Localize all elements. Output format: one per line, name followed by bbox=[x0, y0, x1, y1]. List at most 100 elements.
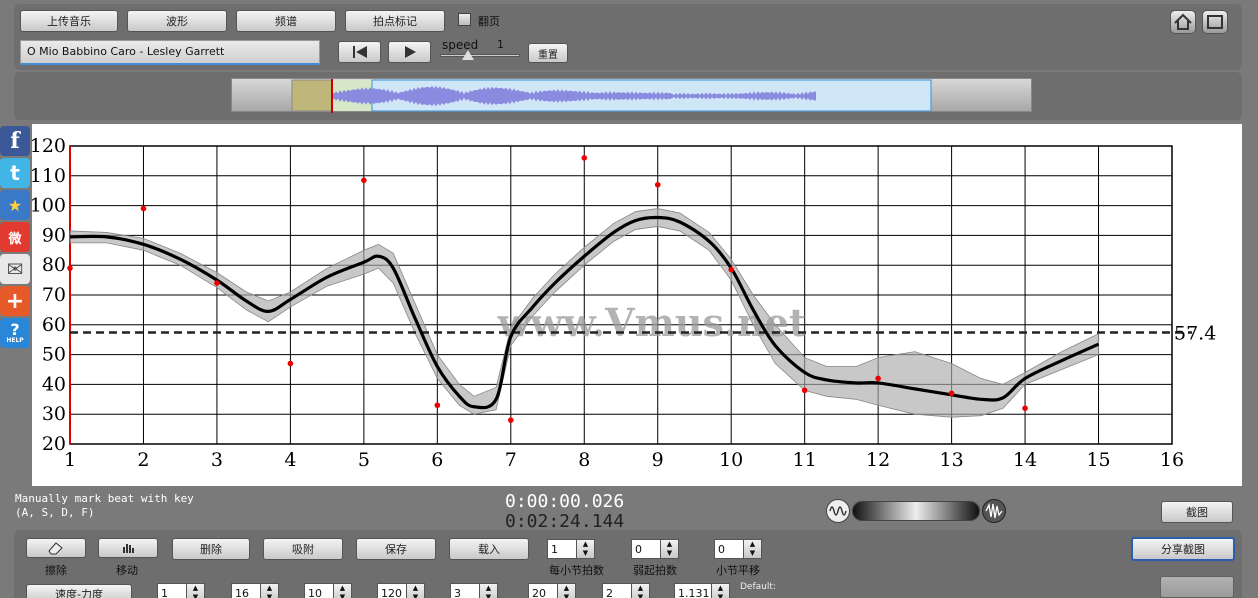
y-tick-label: 40 bbox=[42, 373, 66, 395]
pickup-value[interactable]: 0 bbox=[631, 539, 661, 559]
param-value-2[interactable]: 16 bbox=[231, 583, 261, 598]
param-arrows-3[interactable]: ▲ ▼ bbox=[334, 583, 352, 598]
volume-slider[interactable] bbox=[852, 501, 980, 521]
erase-button[interactable] bbox=[26, 538, 86, 558]
help-icon-text: HELP bbox=[6, 337, 24, 344]
bar-shift-value[interactable]: 0 bbox=[714, 539, 744, 559]
param-stepper-1[interactable]: 1 ▲ ▼ bbox=[157, 583, 205, 598]
param-stepper-5[interactable]: 3 ▲ ▼ bbox=[450, 583, 498, 598]
param-stepper-8[interactable]: 1.131 ▲ ▼ bbox=[674, 583, 730, 598]
param-value-7[interactable]: 2 bbox=[602, 583, 632, 598]
y-tick-label: 30 bbox=[42, 403, 66, 425]
x-tick-label: 15 bbox=[1086, 449, 1110, 471]
y-tick-label: 120 bbox=[32, 135, 66, 157]
speed-slider-handle[interactable] bbox=[462, 50, 474, 60]
param-value-5[interactable]: 3 bbox=[450, 583, 480, 598]
star-icon[interactable]: ★ bbox=[0, 190, 30, 220]
x-tick-label: 14 bbox=[1013, 449, 1037, 471]
tempo-dynamics-button[interactable]: 速度-力度 bbox=[26, 584, 132, 598]
extra-button[interactable] bbox=[1160, 576, 1234, 598]
page-flip-checkbox[interactable] bbox=[458, 13, 471, 26]
beats-per-bar-stepper[interactable]: 1 ▲ ▼ bbox=[547, 539, 595, 559]
play-button[interactable] bbox=[388, 41, 431, 63]
param-value-1[interactable]: 1 bbox=[157, 583, 187, 598]
beat-point bbox=[1022, 405, 1028, 412]
param-arrows-8[interactable]: ▲ ▼ bbox=[712, 583, 730, 598]
erase-label: 擦除 bbox=[45, 564, 67, 577]
skip-back-icon bbox=[352, 46, 367, 58]
twitter-icon[interactable]: t bbox=[0, 158, 30, 188]
x-tick-label: 9 bbox=[652, 449, 664, 471]
x-tick-label: 12 bbox=[866, 449, 890, 471]
x-tick-label: 8 bbox=[578, 449, 590, 471]
home-icon[interactable] bbox=[1170, 10, 1196, 34]
bar-shift-stepper[interactable]: 0 ▲ ▼ bbox=[714, 539, 762, 559]
song-title-field[interactable]: O Mio Babbino Caro - Lesley Garrett bbox=[20, 40, 320, 65]
tempo-chart[interactable]: www.Vmus.net 57.41 2 3 4 5 6 7 8 9 10 11 12 13 14 15 162… bbox=[30, 124, 1242, 486]
param-arrows-2[interactable]: ▲ ▼ bbox=[261, 583, 279, 598]
param-stepper-6[interactable]: 20 ▲ ▼ bbox=[528, 583, 576, 598]
waveform-button[interactable]: 波形 bbox=[127, 10, 227, 32]
beat-point bbox=[654, 181, 661, 188]
beat-point bbox=[581, 155, 588, 161]
share-screenshot-button[interactable]: 分享截图 bbox=[1131, 537, 1235, 561]
screenshot-button[interactable]: 截图 bbox=[1161, 501, 1233, 523]
save-button[interactable]: 保存 bbox=[356, 538, 436, 560]
beats-per-bar-value[interactable]: 1 bbox=[547, 539, 577, 559]
y-tick-label: 100 bbox=[32, 195, 66, 217]
param-arrows-6[interactable]: ▲ ▼ bbox=[558, 583, 576, 598]
delete-button[interactable]: 删除 bbox=[172, 538, 250, 560]
param-stepper-7[interactable]: 2 ▲ ▼ bbox=[602, 583, 650, 598]
upload-music-button[interactable]: 上传音乐 bbox=[20, 10, 118, 32]
volume-high-icon[interactable] bbox=[982, 499, 1006, 523]
pickup-arrows[interactable]: ▲ ▼ bbox=[661, 539, 679, 559]
spectrum-button[interactable]: 频谱 bbox=[236, 10, 336, 32]
speed-slider[interactable] bbox=[440, 54, 520, 57]
default-label: Default: bbox=[740, 582, 776, 592]
param-value-4[interactable]: 120 bbox=[377, 583, 407, 598]
y-tick-label: 110 bbox=[32, 165, 66, 187]
beats-per-bar-arrows[interactable]: ▲ ▼ bbox=[577, 539, 595, 559]
param-arrows-1[interactable]: ▲ ▼ bbox=[187, 583, 205, 598]
reset-button[interactable]: 重置 bbox=[528, 43, 568, 63]
param-arrows-4[interactable]: ▲ ▼ bbox=[407, 583, 425, 598]
weibo-icon[interactable]: 微 bbox=[0, 222, 30, 252]
play-icon bbox=[404, 46, 416, 58]
volume-low-icon[interactable] bbox=[826, 499, 850, 523]
x-tick-label: 3 bbox=[211, 449, 223, 471]
param-arrows-7[interactable]: ▲ ▼ bbox=[632, 583, 650, 598]
fullscreen-icon[interactable] bbox=[1202, 10, 1228, 34]
move-button[interactable] bbox=[98, 538, 158, 558]
help-icon[interactable]: ? HELP bbox=[0, 318, 30, 348]
hand-icon bbox=[123, 544, 134, 553]
param-value-3[interactable]: 10 bbox=[304, 583, 334, 598]
y-tick-label: 70 bbox=[42, 284, 66, 306]
beat-mark-button[interactable]: 拍点标记 bbox=[345, 10, 445, 32]
param-stepper-2[interactable]: 16 ▲ ▼ bbox=[231, 583, 279, 598]
waveform-overview[interactable] bbox=[231, 78, 1032, 113]
bar-shift-arrows[interactable]: ▲ ▼ bbox=[744, 539, 762, 559]
param-stepper-4[interactable]: 120 ▲ ▼ bbox=[377, 583, 425, 598]
y-tick-label: 20 bbox=[42, 433, 66, 455]
y-tick-label: 80 bbox=[42, 254, 66, 276]
param-stepper-3[interactable]: 10 ▲ ▼ bbox=[304, 583, 352, 598]
pickup-stepper[interactable]: 0 ▲ ▼ bbox=[631, 539, 679, 559]
total-time: 0:02:24.144 bbox=[505, 511, 625, 532]
param-value-8[interactable]: 1.131 bbox=[674, 583, 712, 598]
previous-button[interactable] bbox=[338, 41, 381, 63]
param-arrows-5[interactable]: ▲ ▼ bbox=[480, 583, 498, 598]
x-tick-label: 6 bbox=[431, 449, 443, 471]
snap-button[interactable]: 吸附 bbox=[263, 538, 343, 560]
param-value-6[interactable]: 20 bbox=[528, 583, 558, 598]
beat-point bbox=[140, 205, 147, 212]
facebook-icon[interactable]: f bbox=[0, 126, 30, 156]
pickup-label: 弱起拍数 bbox=[633, 564, 677, 577]
beat-point bbox=[801, 387, 808, 394]
waveform-window-left bbox=[291, 79, 333, 112]
load-button[interactable]: 载入 bbox=[449, 538, 529, 560]
x-tick-label: 10 bbox=[719, 449, 743, 471]
mail-icon[interactable]: ✉ bbox=[0, 254, 30, 284]
plus-icon[interactable]: + bbox=[0, 286, 30, 316]
beat-point bbox=[728, 266, 734, 273]
x-tick-label: 5 bbox=[358, 449, 370, 471]
